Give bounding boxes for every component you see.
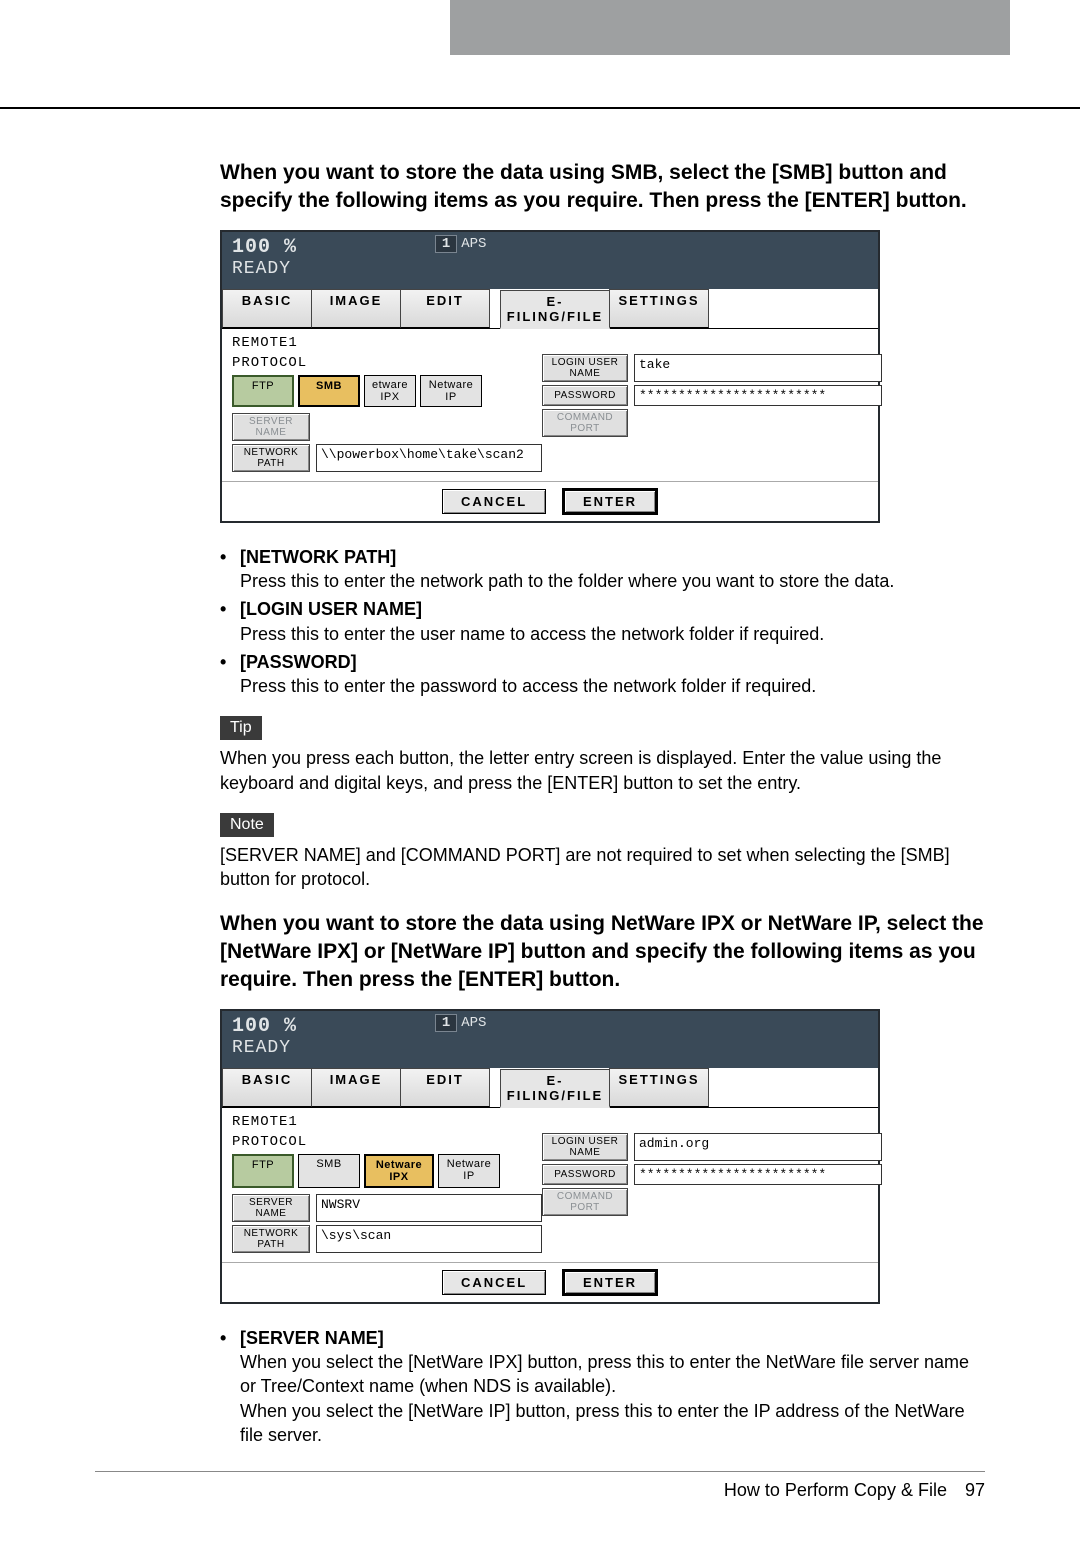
bullet-icon: • xyxy=(220,597,240,646)
enter-button[interactable]: ENTER xyxy=(562,1269,658,1296)
cancel-button[interactable]: CANCEL xyxy=(442,1270,546,1295)
ready-status: READY xyxy=(232,259,868,279)
tab-efiling-file[interactable]: E-FILING/FILE xyxy=(500,1069,610,1108)
login-user-name-button[interactable]: LOGIN USER NAME xyxy=(542,1133,628,1161)
header-gray-tab xyxy=(450,0,1010,55)
command-port-button[interactable]: COMMAND PORT xyxy=(542,1188,628,1216)
percent-indicator: 100 % xyxy=(232,1015,297,1038)
remote-label: REMOTE1 xyxy=(232,335,542,351)
control-panel-smb: 100 % 1APS READY BASIC IMAGE EDIT E-FILI… xyxy=(220,230,880,523)
protocol-label: PROTOCOL xyxy=(232,355,542,371)
footer-page-number: 97 xyxy=(965,1480,985,1501)
aps-number: 1 xyxy=(435,235,457,253)
enter-button[interactable]: ENTER xyxy=(562,488,658,515)
bullet-icon: • xyxy=(220,1326,240,1447)
remote-label: REMOTE1 xyxy=(232,1114,542,1130)
login-user-name-field[interactable]: admin.org xyxy=(634,1133,882,1161)
list-item: • [PASSWORD] Press this to enter the pas… xyxy=(220,650,985,699)
tab-image[interactable]: IMAGE xyxy=(311,1068,401,1107)
server-name-button[interactable]: SERVER NAME xyxy=(232,1194,310,1222)
ready-status: READY xyxy=(232,1038,868,1058)
bullet-text: When you select the [NetWare IP] button,… xyxy=(240,1399,985,1448)
percent-indicator: 100 % xyxy=(232,236,297,259)
tab-settings[interactable]: SETTINGS xyxy=(609,289,709,328)
bullet-title: [LOGIN USER NAME] xyxy=(240,599,422,619)
netware-ipx-button[interactable]: Netware IPX xyxy=(364,1154,434,1188)
login-user-name-button[interactable]: LOGIN USER NAME xyxy=(542,354,628,382)
bullet-text: Press this to enter the user name to acc… xyxy=(240,622,824,646)
protocol-label: PROTOCOL xyxy=(232,1134,542,1150)
panel-header: 100 % 1APS READY xyxy=(222,232,878,289)
control-panel-netware: 100 % 1APS READY BASIC IMAGE EDIT E-FILI… xyxy=(220,1009,880,1304)
page-content: When you want to store the data using SM… xyxy=(0,107,1080,1551)
aps-indicator: 1APS xyxy=(435,236,487,252)
aps-number: 1 xyxy=(435,1014,457,1032)
section2-heading: When you want to store the data using Ne… xyxy=(95,910,985,995)
network-path-field[interactable]: \sys\scan xyxy=(316,1225,542,1253)
protocol-button-row: FTP SMB etware IPX Netware IP xyxy=(232,375,542,407)
bullet-title: [SERVER NAME] xyxy=(240,1328,384,1348)
note-text: [SERVER NAME] and [COMMAND PORT] are not… xyxy=(95,843,985,892)
tab-edit[interactable]: EDIT xyxy=(400,289,490,328)
login-user-name-field[interactable]: take xyxy=(634,354,882,382)
tip-badge: Tip xyxy=(220,716,262,740)
header-bar xyxy=(0,0,1080,55)
footer-text: How to Perform Copy & File xyxy=(724,1480,947,1501)
network-path-field[interactable]: \\powerbox\home\take\scan2 xyxy=(316,444,542,472)
server-name-field[interactable]: NWSRV xyxy=(316,1194,542,1222)
bullet-icon: • xyxy=(220,545,240,594)
bullet-title: [NETWORK PATH] xyxy=(240,547,396,567)
server-name-button[interactable]: SERVER NAME xyxy=(232,413,310,441)
tab-efiling-file[interactable]: E-FILING/FILE xyxy=(500,290,610,329)
aps-label: APS xyxy=(461,1015,486,1031)
password-button[interactable]: PASSWORD xyxy=(542,385,628,406)
netware-ip-button[interactable]: Netware IP xyxy=(420,375,482,407)
netware-ip-button[interactable]: Netware IP xyxy=(438,1154,500,1188)
note-badge: Note xyxy=(220,813,274,837)
smb-button[interactable]: SMB xyxy=(298,1154,360,1188)
panel-header: 100 % 1APS READY xyxy=(222,1011,878,1068)
bullet-list-1: • [NETWORK PATH] Press this to enter the… xyxy=(95,545,985,699)
tab-basic[interactable]: BASIC xyxy=(222,1068,312,1107)
page-footer: How to Perform Copy & File 97 xyxy=(95,1471,985,1501)
aps-indicator: 1APS xyxy=(435,1015,487,1031)
bullet-list-2: • [SERVER NAME] When you select the [Net… xyxy=(95,1326,985,1447)
bullet-text: When you select the [NetWare IPX] button… xyxy=(240,1350,985,1399)
bullet-title: [PASSWORD] xyxy=(240,652,357,672)
password-field[interactable]: ************************ xyxy=(634,385,882,406)
list-item: • [LOGIN USER NAME] Press this to enter … xyxy=(220,597,985,646)
command-port-button[interactable]: COMMAND PORT xyxy=(542,409,628,437)
protocol-button-row: FTP SMB Netware IPX Netware IP xyxy=(232,1154,542,1188)
section1-heading: When you want to store the data using SM… xyxy=(95,159,985,216)
tab-settings[interactable]: SETTINGS xyxy=(609,1068,709,1107)
smb-button[interactable]: SMB xyxy=(298,375,360,407)
tab-image[interactable]: IMAGE xyxy=(311,289,401,328)
bullet-icon: • xyxy=(220,650,240,699)
netware-ipx-button[interactable]: etware IPX xyxy=(364,375,416,407)
bullet-text: Press this to enter the network path to … xyxy=(240,569,894,593)
list-item: • [SERVER NAME] When you select the [Net… xyxy=(220,1326,985,1447)
network-path-button[interactable]: NETWORK PATH xyxy=(232,1225,310,1253)
tip-text: When you press each button, the letter e… xyxy=(95,746,985,795)
ftp-button[interactable]: FTP xyxy=(232,1154,294,1188)
bullet-text: Press this to enter the password to acce… xyxy=(240,674,816,698)
aps-label: APS xyxy=(461,236,486,252)
list-item: • [NETWORK PATH] Press this to enter the… xyxy=(220,545,985,594)
password-field[interactable]: ************************ xyxy=(634,1164,882,1185)
network-path-button[interactable]: NETWORK PATH xyxy=(232,444,310,472)
cancel-button[interactable]: CANCEL xyxy=(442,489,546,514)
tab-edit[interactable]: EDIT xyxy=(400,1068,490,1107)
ftp-button[interactable]: FTP xyxy=(232,375,294,407)
tab-row: BASIC IMAGE EDIT E-FILING/FILE SETTINGS xyxy=(222,289,878,329)
tab-row: BASIC IMAGE EDIT E-FILING/FILE SETTINGS xyxy=(222,1068,878,1108)
password-button[interactable]: PASSWORD xyxy=(542,1164,628,1185)
tab-basic[interactable]: BASIC xyxy=(222,289,312,328)
